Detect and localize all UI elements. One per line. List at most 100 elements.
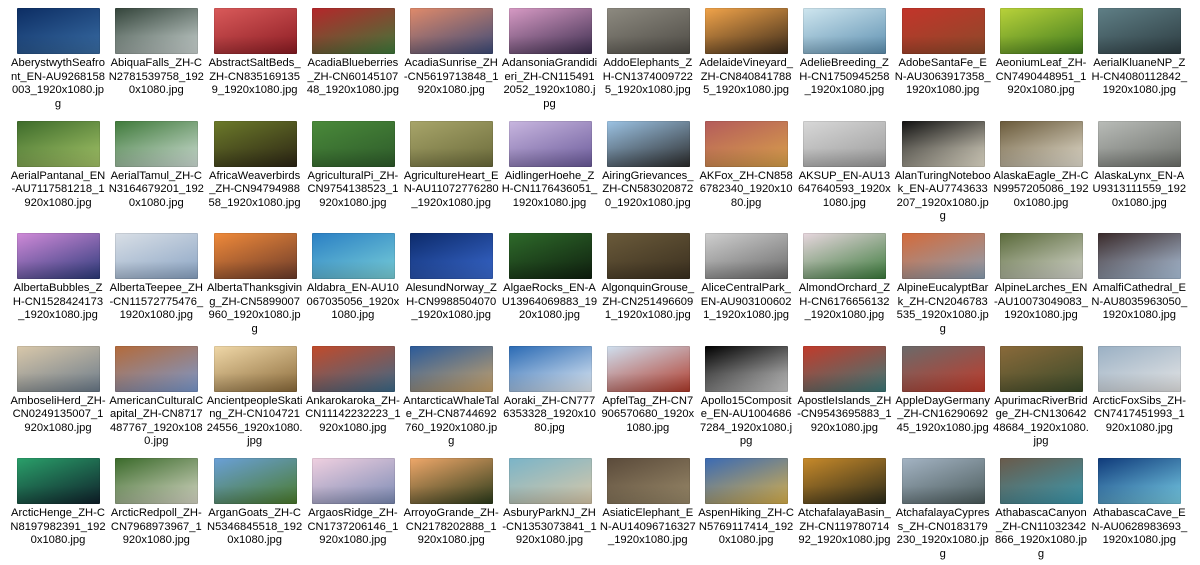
file-thumbnail[interactable] [705, 8, 789, 54]
file-thumbnail[interactable] [508, 345, 592, 392]
thumbnail-highlight [705, 148, 789, 167]
file-thumbnail[interactable] [410, 345, 494, 392]
file-thumbnail[interactable] [115, 458, 199, 504]
file-thumbnail[interactable] [17, 233, 100, 279]
file-name: ArganGoats_ZH-CN5346845518_1920x1080.jpg [207, 507, 303, 546]
file-thumbnail[interactable] [311, 8, 395, 54]
thumbnail-highlight [17, 35, 100, 54]
file-thumbnail[interactable] [311, 233, 395, 279]
file-thumbnail[interactable] [803, 120, 887, 167]
file-name: AlgaeRocks_EN-AU13964069883_1920x1080.jp… [501, 282, 598, 321]
file-thumbnail[interactable] [705, 120, 789, 167]
thumbnail-highlight [115, 35, 199, 54]
file-thumbnail[interactable] [410, 233, 494, 279]
thumbnail-highlight [213, 485, 297, 504]
file-thumbnail[interactable] [410, 8, 494, 54]
thumbnail-highlight [115, 260, 199, 279]
file-thumbnail[interactable] [508, 233, 592, 279]
file-thumbnail[interactable] [803, 233, 887, 279]
file-thumbnail[interactable] [606, 8, 690, 54]
file-thumbnail[interactable] [1098, 345, 1182, 392]
file-name: AlanTuringNotebook_EN-AU7743633207_1920x… [894, 169, 991, 223]
file-thumbnail[interactable] [1098, 8, 1182, 54]
file-thumbnail[interactable] [606, 458, 690, 504]
file-name: AntarcticaWhaleTale_ZH-CN8744692760_1920… [403, 394, 500, 448]
file-thumbnail[interactable] [1098, 233, 1182, 279]
thumbnail-highlight [508, 373, 592, 392]
file-name: Aoraki_ZH-CN7776353328_1920x1080.jpg [503, 394, 596, 434]
file-thumbnail[interactable] [1000, 458, 1083, 504]
thumbnail-highlight [17, 373, 100, 392]
file-thumbnail[interactable] [213, 233, 297, 279]
file-thumbnail[interactable] [311, 458, 395, 504]
file-thumbnail[interactable] [1000, 8, 1083, 54]
file-thumbnail[interactable] [705, 233, 789, 279]
file-name: ApurimacRiverBridge_ZH-CN13064248684_192… [993, 394, 1089, 448]
file-name: AlaskaEagle_ZH-CN9957205086_1920x1080.jp… [993, 169, 1089, 209]
thumbnail-highlight [803, 485, 887, 504]
file-thumbnail[interactable] [606, 345, 690, 392]
file-thumbnail[interactable] [1098, 458, 1182, 504]
file-thumbnail[interactable] [17, 8, 100, 54]
file-name: ApfelTag_ZH-CN7906570680_1920x1080.jpg [601, 394, 695, 434]
file-name: AlbertaThanksgiving_ZH-CN5899007960_1920… [207, 282, 303, 335]
file-thumbnail[interactable] [1000, 233, 1083, 279]
file-thumbnail[interactable] [803, 458, 887, 504]
file-thumbnail[interactable] [115, 233, 199, 279]
file-name: AmboseliHerd_ZH-CN0249135007_1920x1080.j… [10, 394, 106, 434]
file-thumbnail[interactable] [705, 458, 789, 504]
file-thumbnail[interactable] [1000, 120, 1083, 167]
thumbnail-highlight [213, 260, 297, 279]
file-name: AmericanCulturalCapital_ZH-CN8717487767_… [109, 394, 204, 448]
thumbnail-highlight [606, 485, 690, 504]
file-name: AlbertaBubbles_ZH-CN1528424173_1920x1080… [12, 282, 104, 321]
thumbnail-highlight [901, 148, 985, 167]
file-name: AcadiaBlueberries_ZH-CN6014510748_1920x1… [306, 57, 399, 96]
file-thumbnail[interactable] [705, 345, 789, 392]
file-thumbnail[interactable] [410, 458, 494, 504]
file-thumbnail[interactable] [901, 345, 985, 392]
file-thumbnail[interactable] [115, 8, 199, 54]
thumbnail-highlight [901, 485, 985, 504]
file-thumbnail[interactable] [508, 120, 592, 167]
file-name: AKSUP_EN-AU13647640593_1920x1080.jpg [798, 169, 891, 209]
file-name: AlaskaLynx_EN-AU9313111559_1920x1080.jpg [1092, 169, 1187, 209]
file-thumbnail[interactable] [311, 120, 395, 167]
file-thumbnail[interactable] [115, 345, 199, 392]
file-thumbnail[interactable] [213, 458, 297, 504]
file-thumbnail[interactable] [17, 345, 100, 392]
file-thumbnail[interactable] [606, 120, 690, 167]
file-thumbnail[interactable] [901, 8, 985, 54]
file-thumbnail[interactable] [901, 233, 985, 279]
file-thumbnail[interactable] [17, 120, 100, 167]
file-name: AlbertaTeepee_ZH-CN11572775476_1920x1080… [109, 282, 204, 321]
file-thumbnail[interactable] [803, 345, 887, 392]
file-thumbnail[interactable] [311, 345, 395, 392]
thumbnail-highlight [803, 35, 887, 54]
thumbnail-highlight [1000, 260, 1083, 279]
thumbnail-highlight [311, 260, 395, 279]
file-thumbnail[interactable] [1098, 120, 1182, 167]
file-thumbnail[interactable] [213, 345, 297, 392]
file-thumbnail[interactable] [508, 8, 592, 54]
file-name: AlpineEucalyptBark_ZH-CN2046783535_1920x… [896, 282, 989, 335]
thumbnail-highlight [1098, 485, 1182, 504]
thumbnail-highlight [115, 373, 199, 392]
file-thumbnail[interactable] [213, 8, 297, 54]
file-thumbnail[interactable] [901, 120, 985, 167]
file-thumbnail[interactable] [17, 458, 100, 504]
file-thumbnail[interactable] [1000, 345, 1083, 392]
file-thumbnail[interactable] [213, 120, 297, 167]
thumbnail-highlight [213, 373, 297, 392]
thumbnail-highlight [17, 260, 100, 279]
file-thumbnail[interactable] [115, 120, 199, 167]
file-thumbnail[interactable] [901, 458, 985, 504]
file-thumbnail[interactable] [606, 233, 690, 279]
file-name: AppleDayGermany_ZH-CN1629069245_1920x108… [895, 394, 990, 434]
thumbnail-highlight [1000, 485, 1083, 504]
file-thumbnail[interactable] [508, 458, 592, 504]
file-name: AbiquaFalls_ZH-CN2781539758_1920x1080.jp… [108, 57, 204, 96]
file-thumbnail[interactable] [803, 8, 887, 54]
file-thumbnail[interactable] [410, 120, 494, 167]
file-name: AdansoniaGrandidieri_ZH-CN1154912052_192… [501, 57, 598, 110]
